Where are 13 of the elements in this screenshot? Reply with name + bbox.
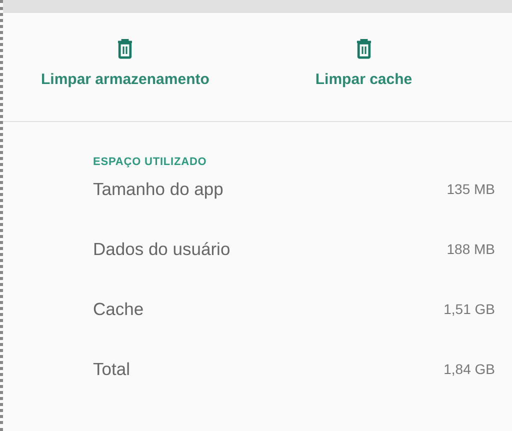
- usage-value: 135 MB: [446, 181, 495, 197]
- usage-value: 188 MB: [446, 241, 495, 257]
- trash-icon: [356, 39, 372, 59]
- clear-button[interactable]: Limpar armazenamento: [37, 37, 214, 121]
- section-heading: ESPAÇO UTILIZADO: [93, 156, 207, 168]
- usage-label: Tamanho do app: [93, 178, 224, 200]
- usage-value: 1,84 GB: [444, 361, 495, 377]
- usage-value: 1,51 GB: [444, 301, 495, 317]
- usage-label: Cache: [93, 298, 144, 320]
- clear-button[interactable]: Limpar cache: [311, 37, 416, 121]
- usage-label: Dados do usuário: [93, 238, 230, 260]
- trash-icon: [117, 39, 134, 59]
- usage-label: Total: [93, 358, 130, 380]
